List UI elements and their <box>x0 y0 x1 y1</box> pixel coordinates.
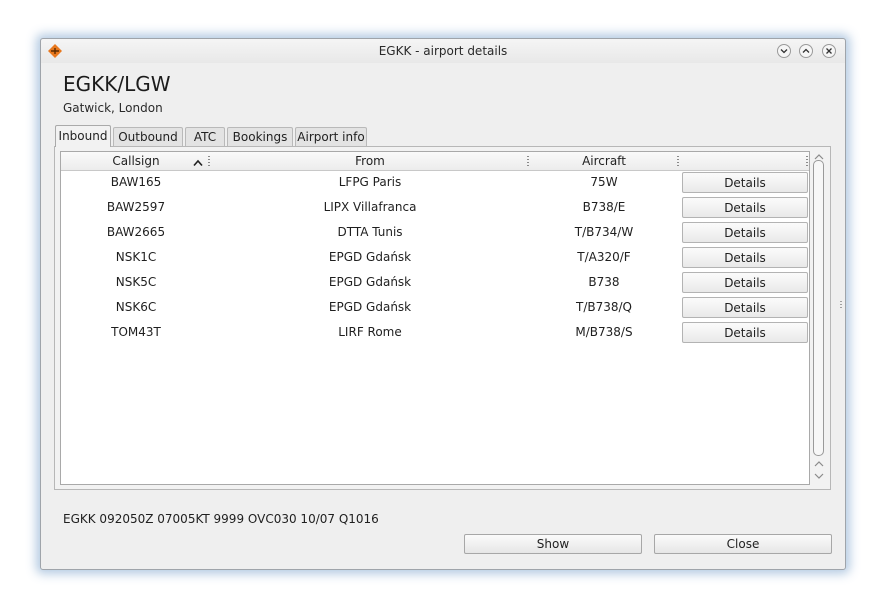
details-button[interactable]: Details <box>682 172 808 193</box>
details-button[interactable]: Details <box>682 297 808 318</box>
table-row[interactable]: TOM43T LIRF Rome M/B738/S Details <box>61 321 809 346</box>
details-button[interactable]: Details <box>682 247 808 268</box>
details-button[interactable]: Details <box>682 272 808 293</box>
table-row[interactable]: BAW165 LFPG Paris 75W Details <box>61 171 809 196</box>
minimize-button[interactable] <box>777 44 791 58</box>
inbound-flights-table: Callsign From Aircraft BAW165 LFPG Paris… <box>60 151 810 485</box>
chevron-up-icon <box>802 48 810 53</box>
column-resize-handle[interactable] <box>208 156 210 166</box>
column-header-from[interactable]: From <box>211 152 529 170</box>
chevron-down-icon <box>780 49 788 54</box>
column-header-callsign[interactable]: Callsign <box>61 152 211 170</box>
column-header-aircraft[interactable]: Aircraft <box>529 152 679 170</box>
aircraft-cell: B738 <box>588 275 620 289</box>
from-cell: EPGD Gdańsk <box>328 300 412 314</box>
aircraft-cell: T/B738/Q <box>576 300 632 314</box>
table-row[interactable]: NSK5C EPGD Gdańsk B738 Details <box>61 271 809 296</box>
metar-text: EGKK 092050Z 07005KT 9999 OVC030 10/07 Q… <box>63 512 379 526</box>
details-button[interactable]: Details <box>682 322 808 343</box>
scrollbar-handle[interactable] <box>813 160 824 456</box>
from-cell: LIPX Villafranca <box>323 200 417 214</box>
table-header: Callsign From Aircraft <box>61 152 809 171</box>
maximize-button[interactable] <box>799 44 813 58</box>
aircraft-cell: T/A320/F <box>577 250 631 264</box>
column-header-actions[interactable] <box>679 152 809 170</box>
column-resize-handle[interactable] <box>806 156 808 166</box>
tab-airport-info[interactable]: Airport info <box>295 127 367 146</box>
aircraft-cell: M/B738/S <box>575 325 633 339</box>
from-cell: EPGD Gdańsk <box>328 275 412 289</box>
tab-inbound[interactable]: Inbound <box>55 125 111 147</box>
callsign-cell: NSK6C <box>115 300 157 314</box>
window-close-button[interactable] <box>822 44 836 58</box>
window-title: EGKK - airport details <box>378 44 508 58</box>
aircraft-cell: T/B734/W <box>574 225 634 239</box>
callsign-cell: TOM43T <box>111 325 161 339</box>
tab-atc[interactable]: ATC <box>185 127 225 146</box>
callsign-cell: NSK1C <box>115 250 157 264</box>
callsign-cell: NSK5C <box>115 275 157 289</box>
from-cell: LFPG Paris <box>338 175 402 189</box>
table-row[interactable]: BAW2665 DTTA Tunis T/B734/W Details <box>61 221 809 246</box>
show-button[interactable]: Show <box>464 534 642 554</box>
close-icon <box>826 48 832 54</box>
table-row[interactable]: BAW2597 LIPX Villafranca B738/E Details <box>61 196 809 221</box>
tab-outbound[interactable]: Outbound <box>113 127 183 146</box>
scroll-down-arrow-icon[interactable] <box>814 469 824 479</box>
aircraft-cell: B738/E <box>582 200 626 214</box>
title-bar[interactable]: EGKK - airport details <box>41 39 845 63</box>
from-cell: LIRF Rome <box>338 325 402 339</box>
tab-panel-inbound: Callsign From Aircraft BAW165 LFPG Paris… <box>54 146 831 490</box>
aircraft-cell: 75W <box>590 175 618 189</box>
window-resize-grip[interactable] <box>840 301 842 309</box>
vertical-scrollbar[interactable] <box>812 147 826 485</box>
details-button[interactable]: Details <box>682 222 808 243</box>
close-button[interactable]: Close <box>654 534 832 554</box>
table-row[interactable]: NSK6C EPGD Gdańsk T/B738/Q Details <box>61 296 809 321</box>
callsign-cell: BAW2665 <box>106 225 166 239</box>
table-row[interactable]: NSK1C EPGD Gdańsk T/A320/F Details <box>61 246 809 271</box>
airport-details-window: EGKK - airport details EGKK/LGW Gatwick,… <box>40 38 846 570</box>
callsign-cell: BAW165 <box>110 175 162 189</box>
from-cell: EPGD Gdańsk <box>328 250 412 264</box>
sort-ascending-icon <box>193 156 203 170</box>
airport-name: Gatwick, London <box>63 101 163 115</box>
from-cell: DTTA Tunis <box>337 225 403 239</box>
scroll-up-arrow-icon[interactable] <box>814 150 824 160</box>
details-button[interactable]: Details <box>682 197 808 218</box>
scroll-up-arrow-icon[interactable] <box>814 457 824 467</box>
tab-bookings[interactable]: Bookings <box>227 127 293 146</box>
callsign-cell: BAW2597 <box>106 200 166 214</box>
airport-code-heading: EGKK/LGW <box>63 72 171 96</box>
